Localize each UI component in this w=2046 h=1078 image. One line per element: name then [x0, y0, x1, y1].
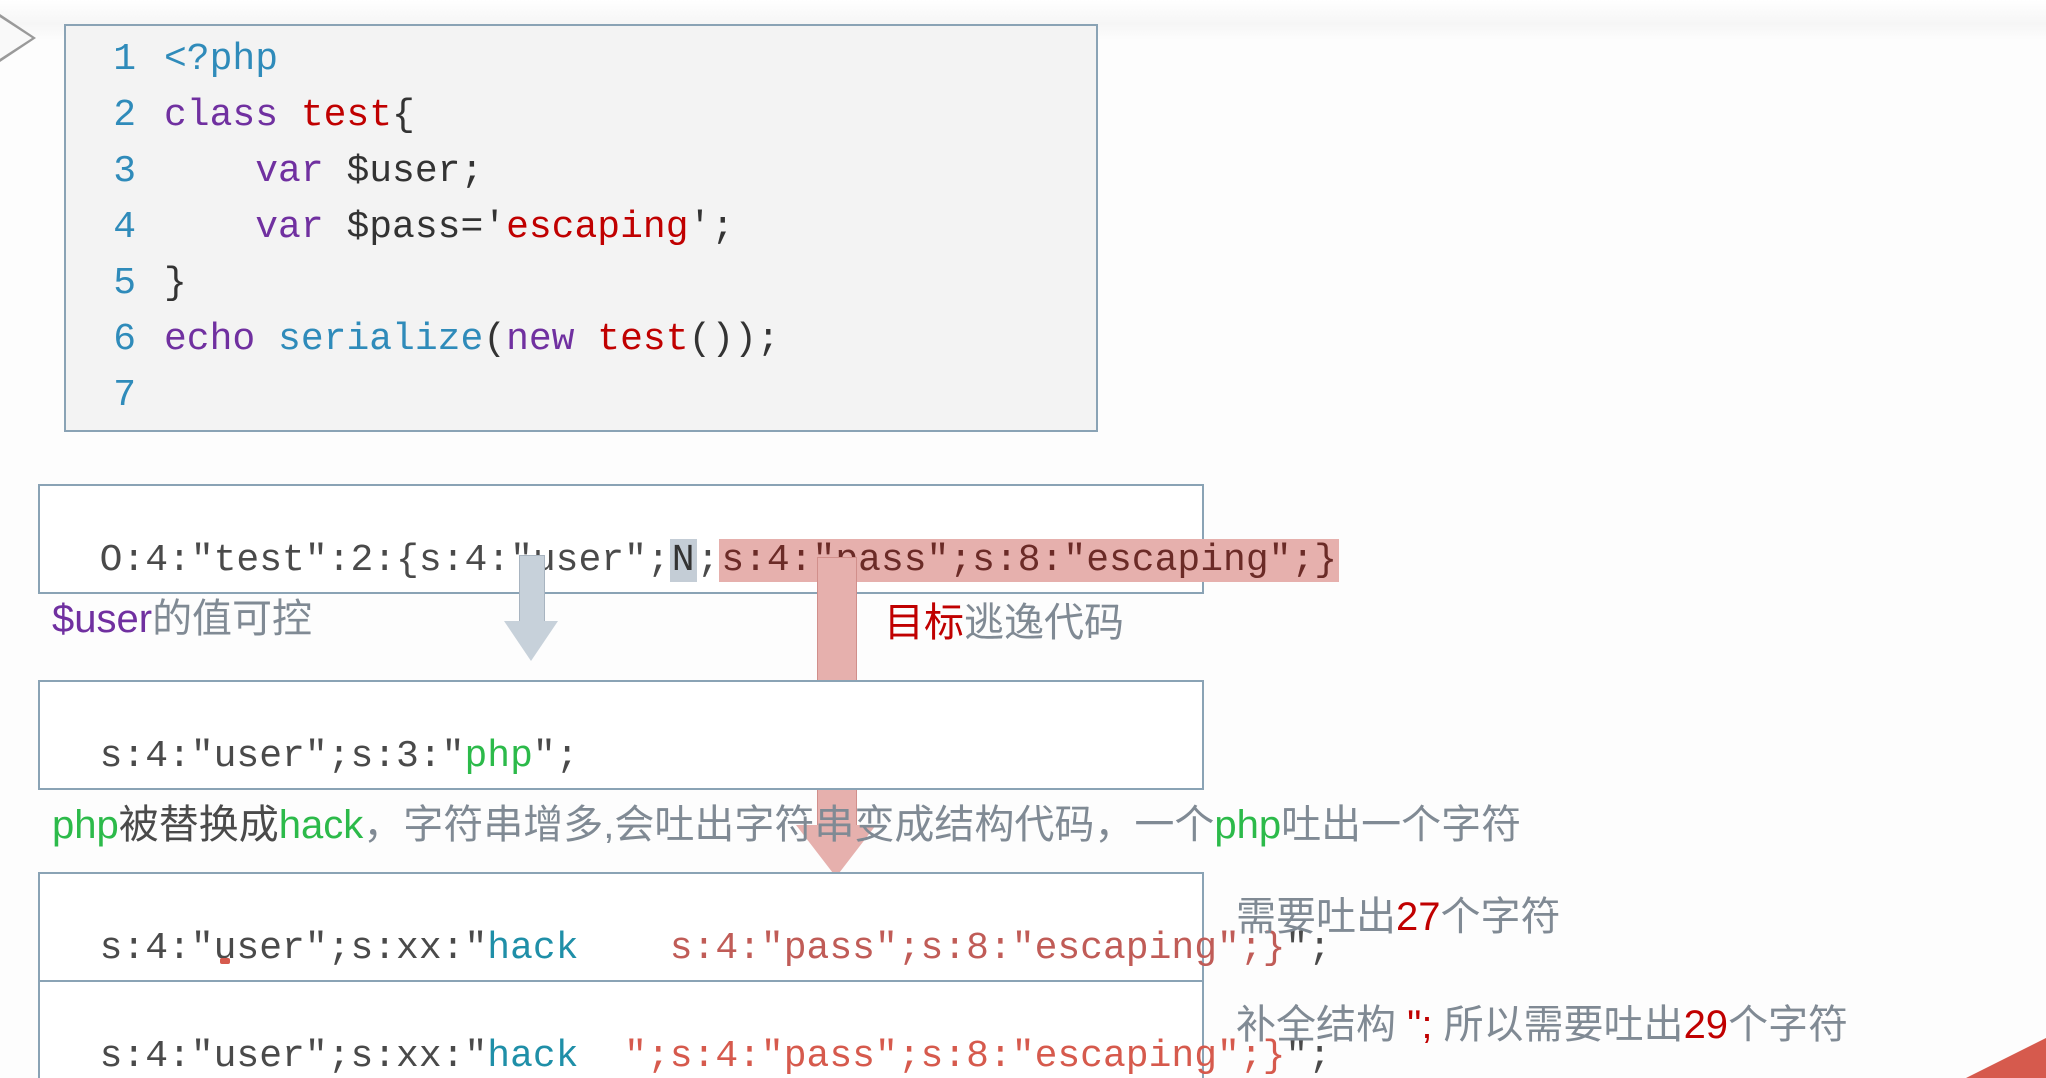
annotation-need-29: 补全结构 "; 所以需要吐出29个字符	[1236, 992, 1848, 1050]
code-line-3: 3 var $user;	[66, 144, 1096, 200]
text-escaped: s:4:"pass";s:8:"escaping";}	[670, 927, 1286, 970]
text: $user	[52, 597, 152, 641]
code-text: var $pass='escaping';	[164, 200, 734, 256]
text-number: 27	[1396, 895, 1441, 939]
text: 个字符	[1728, 1003, 1848, 1047]
code-line-2: 2 class test{	[66, 88, 1096, 144]
corner-accent-icon	[1966, 1038, 2046, 1078]
text-quote: ";	[1407, 1003, 1443, 1047]
text: 所以需要吐出	[1444, 1003, 1684, 1047]
php-code-block: 1 <?php 2 class test{ 3 var $user; 4 var…	[64, 24, 1098, 432]
text: php	[52, 803, 119, 847]
code-line-5: 5 }	[66, 256, 1096, 312]
serialized-output-box: O:4:"test":2:{s:4:"user";N;s:4:"pass";s:…	[38, 484, 1204, 594]
text: s:4:"user";s:3:"	[100, 735, 465, 778]
text: s:4:"user";s:xx:"	[100, 1035, 488, 1078]
text: ;	[697, 539, 720, 582]
code-line-1: 1 <?php	[66, 32, 1096, 88]
text	[579, 927, 670, 970]
text: O:4:"test":2:{s:4:"user";	[100, 539, 670, 582]
text: 被替换成	[119, 803, 279, 847]
annotation-user-controllable: $user的值可控	[52, 586, 312, 644]
line-number: 1	[66, 32, 164, 88]
code-text: }	[164, 256, 187, 312]
line-number: 2	[66, 88, 164, 144]
annotation-target-escape: 目标逃逸代码	[884, 590, 1124, 648]
code-text: var $user;	[164, 144, 483, 200]
line-number: 3	[66, 144, 164, 200]
text	[579, 1035, 625, 1078]
text: 逃逸代码	[964, 601, 1124, 645]
text: s:4:"user";s:xx:"	[100, 927, 488, 970]
text-number: 29	[1684, 1003, 1729, 1047]
code-line-7: 7	[66, 368, 1096, 424]
text: 目标	[884, 601, 964, 645]
annotation-replacement-explain: php被替换成hack，字符串增多,会吐出字符串变成结构代码，一个php吐出一个…	[52, 792, 1521, 850]
line-number: 4	[66, 200, 164, 256]
highlight-null: N	[670, 539, 697, 582]
text-hack: hack	[487, 927, 578, 970]
code-line-4: 4 var $pass='escaping';	[66, 200, 1096, 256]
text: 补全结构	[1236, 1003, 1407, 1047]
serialized-after-replace-1: s:4:"user";s:xx:"hack s:4:"pass";s:8:"es…	[38, 872, 1204, 982]
text: 吐出一个字符	[1281, 803, 1521, 847]
slide-caret-icon	[0, 10, 36, 66]
code-line-6: 6 echo serialize(new test());	[66, 312, 1096, 368]
edit-mark-icon	[220, 958, 230, 964]
text: 需要吐出	[1236, 895, 1396, 939]
line-number: 6	[66, 312, 164, 368]
serialized-user-box: s:4:"user";s:3:"php";	[38, 680, 1204, 790]
code-text: class test{	[164, 88, 415, 144]
text: 的值可控	[152, 597, 312, 641]
annotation-need-27: 需要吐出27个字符	[1236, 884, 1561, 942]
text-php: php	[464, 735, 532, 778]
text: ";	[533, 735, 579, 778]
text: hack	[279, 803, 364, 847]
text: 个字符	[1441, 895, 1561, 939]
text: ，字符串增多,会吐出字符串变成结构代码，一个	[363, 803, 1214, 847]
serialized-after-replace-2: s:4:"user";s:xx:"hack ";s:4:"pass";s:8:"…	[38, 980, 1204, 1078]
code-text: echo serialize(new test());	[164, 312, 780, 368]
code-text: <?php	[164, 32, 278, 88]
arrow-down-grey-icon	[510, 555, 552, 655]
text-hack: hack	[487, 1035, 578, 1078]
text-escaped: ";s:4:"pass";s:8:"escaping";}	[624, 1035, 1285, 1078]
text: php	[1214, 803, 1281, 847]
line-number: 7	[66, 368, 164, 424]
line-number: 5	[66, 256, 164, 312]
